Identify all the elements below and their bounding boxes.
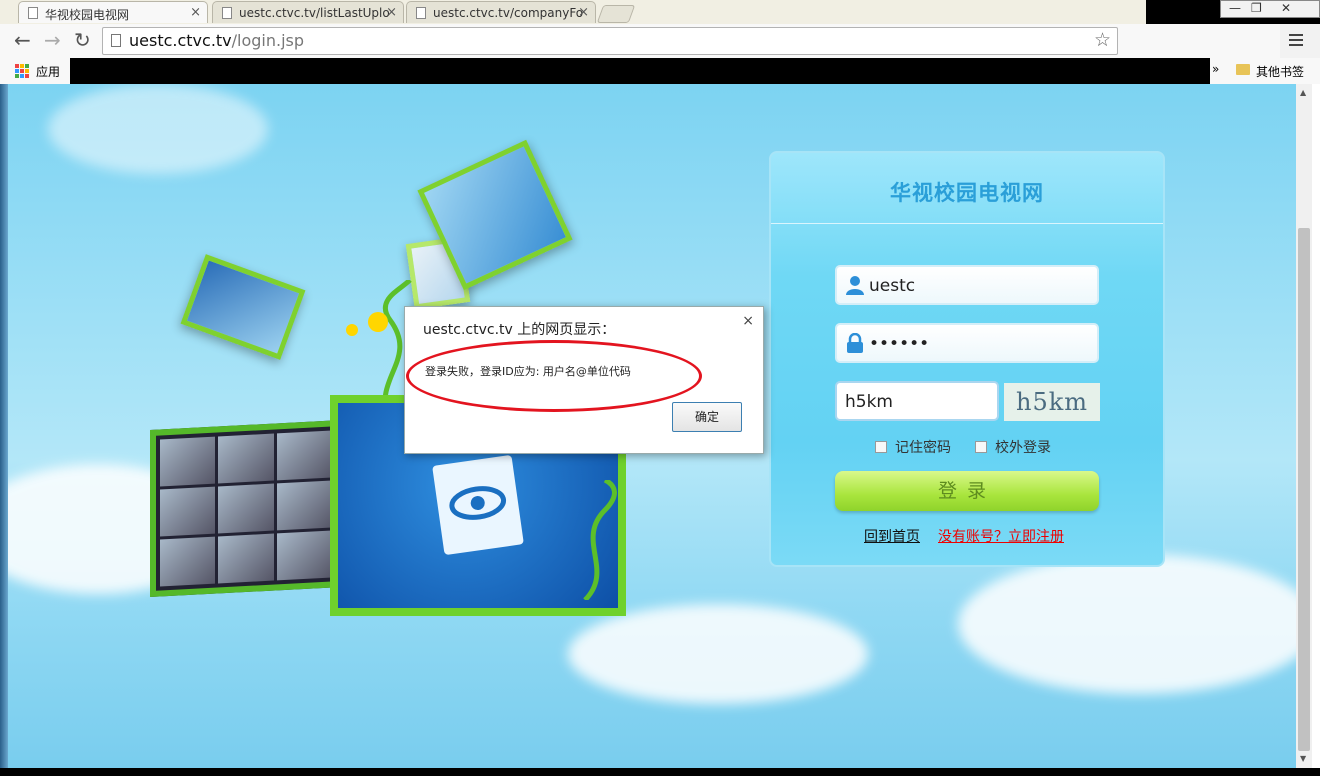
other-bookmarks[interactable]: » 其他书签 [1210, 58, 1320, 84]
close-icon[interactable]: × [386, 5, 397, 20]
bottom-edge [0, 768, 1320, 776]
tab-title: 华视校园电视网 [45, 8, 130, 22]
eye-logo-icon [432, 454, 524, 556]
tab-title: uestc.ctvc.tv/companyFo [433, 6, 584, 20]
apps-label: 应用 [36, 65, 61, 79]
minimize-icon[interactable]: — [1229, 1, 1241, 15]
new-tab-button[interactable] [596, 5, 636, 23]
offcampus-login-checkbox[interactable]: 校外登录 [975, 437, 1051, 457]
site-title: 华视校园电视网 [890, 181, 1044, 205]
remember-label: 记住密码 [895, 440, 951, 456]
scrollbar-thumb[interactable] [1298, 228, 1310, 751]
reload-icon[interactable]: ↻ [74, 30, 91, 50]
login-button[interactable]: 登录 [835, 471, 1099, 511]
page-icon [111, 34, 121, 47]
bookmark-star-icon[interactable]: ☆ [1094, 29, 1111, 51]
forward-icon[interactable]: → [44, 30, 61, 50]
cloud [958, 554, 1296, 694]
close-icon[interactable]: × [190, 5, 201, 20]
tab-strip: 华视校园电视网 × uestc.ctvc.tv/listLastUplo × u… [0, 0, 1146, 24]
password-field[interactable]: •••••• [835, 323, 1099, 363]
cloud [48, 84, 268, 174]
scroll-down-icon[interactable]: ▼ [1300, 754, 1306, 763]
close-window-icon[interactable]: ✕ [1281, 1, 1291, 15]
window-controls: — ❐ ✕ [1220, 0, 1320, 18]
apps-bookmark[interactable]: 应用 [0, 58, 70, 84]
register-link[interactable]: 没有账号？立即注册 [938, 526, 1064, 546]
bookmarks-overflow-icon[interactable]: » [1212, 62, 1219, 76]
bookmarks-bar [0, 58, 1320, 84]
checkbox-icon[interactable] [875, 441, 887, 453]
checkbox-icon[interactable] [975, 441, 987, 453]
captcha-image[interactable]: h5km [1004, 383, 1100, 421]
page-icon [28, 7, 38, 19]
user-icon [846, 276, 864, 295]
page-icon [416, 7, 426, 19]
username-value: uestc [869, 276, 916, 296]
url-path: /login.jsp [231, 31, 305, 50]
annotation-ellipse [406, 340, 702, 412]
scroll-up-icon[interactable]: ▲ [1300, 88, 1306, 97]
divider [771, 223, 1163, 224]
tab-company[interactable]: uestc.ctvc.tv/companyFo × [406, 1, 596, 23]
page-icon [222, 7, 232, 19]
dialog-title: uestc.ctvc.tv 上的网页显示： [423, 322, 616, 338]
photo-grid-box [150, 419, 342, 598]
tab-list[interactable]: uestc.ctvc.tv/listLastUplo × [212, 1, 404, 23]
ok-button[interactable]: 确定 [672, 402, 742, 432]
captcha-input[interactable]: h5km [835, 381, 999, 421]
menu-icon[interactable] [1289, 34, 1303, 49]
right-edge [1312, 84, 1320, 776]
password-value: •••••• [869, 334, 930, 354]
url-host: uestc.ctvc.tv [129, 31, 232, 50]
home-link[interactable]: 回到首页 [864, 526, 920, 546]
back-icon[interactable]: ← [14, 30, 31, 50]
lock-icon [847, 333, 863, 353]
close-icon[interactable]: × [578, 5, 589, 20]
folder-icon [1236, 64, 1250, 75]
restore-icon[interactable]: ❐ [1251, 1, 1262, 15]
close-icon[interactable]: × [742, 313, 754, 329]
apps-icon [15, 64, 29, 78]
tab-active[interactable]: 华视校园电视网 × [18, 1, 208, 23]
cloud [568, 604, 868, 704]
remember-password-checkbox[interactable]: 记住密码 [875, 437, 951, 457]
login-panel: 华视校园电视网 uestc •••••• h5km h5km 记住密码 校外登录… [769, 151, 1165, 567]
offcampus-label: 校外登录 [995, 440, 1051, 456]
tab-title: uestc.ctvc.tv/listLastUplo [239, 6, 390, 20]
address-bar[interactable]: uestc.ctvc.tv/login.jsp ☆ [102, 27, 1118, 55]
left-edge [0, 84, 8, 776]
other-bookmarks-label: 其他书签 [1256, 65, 1305, 79]
vine-decoration [583, 480, 617, 600]
username-field[interactable]: uestc [835, 265, 1099, 305]
